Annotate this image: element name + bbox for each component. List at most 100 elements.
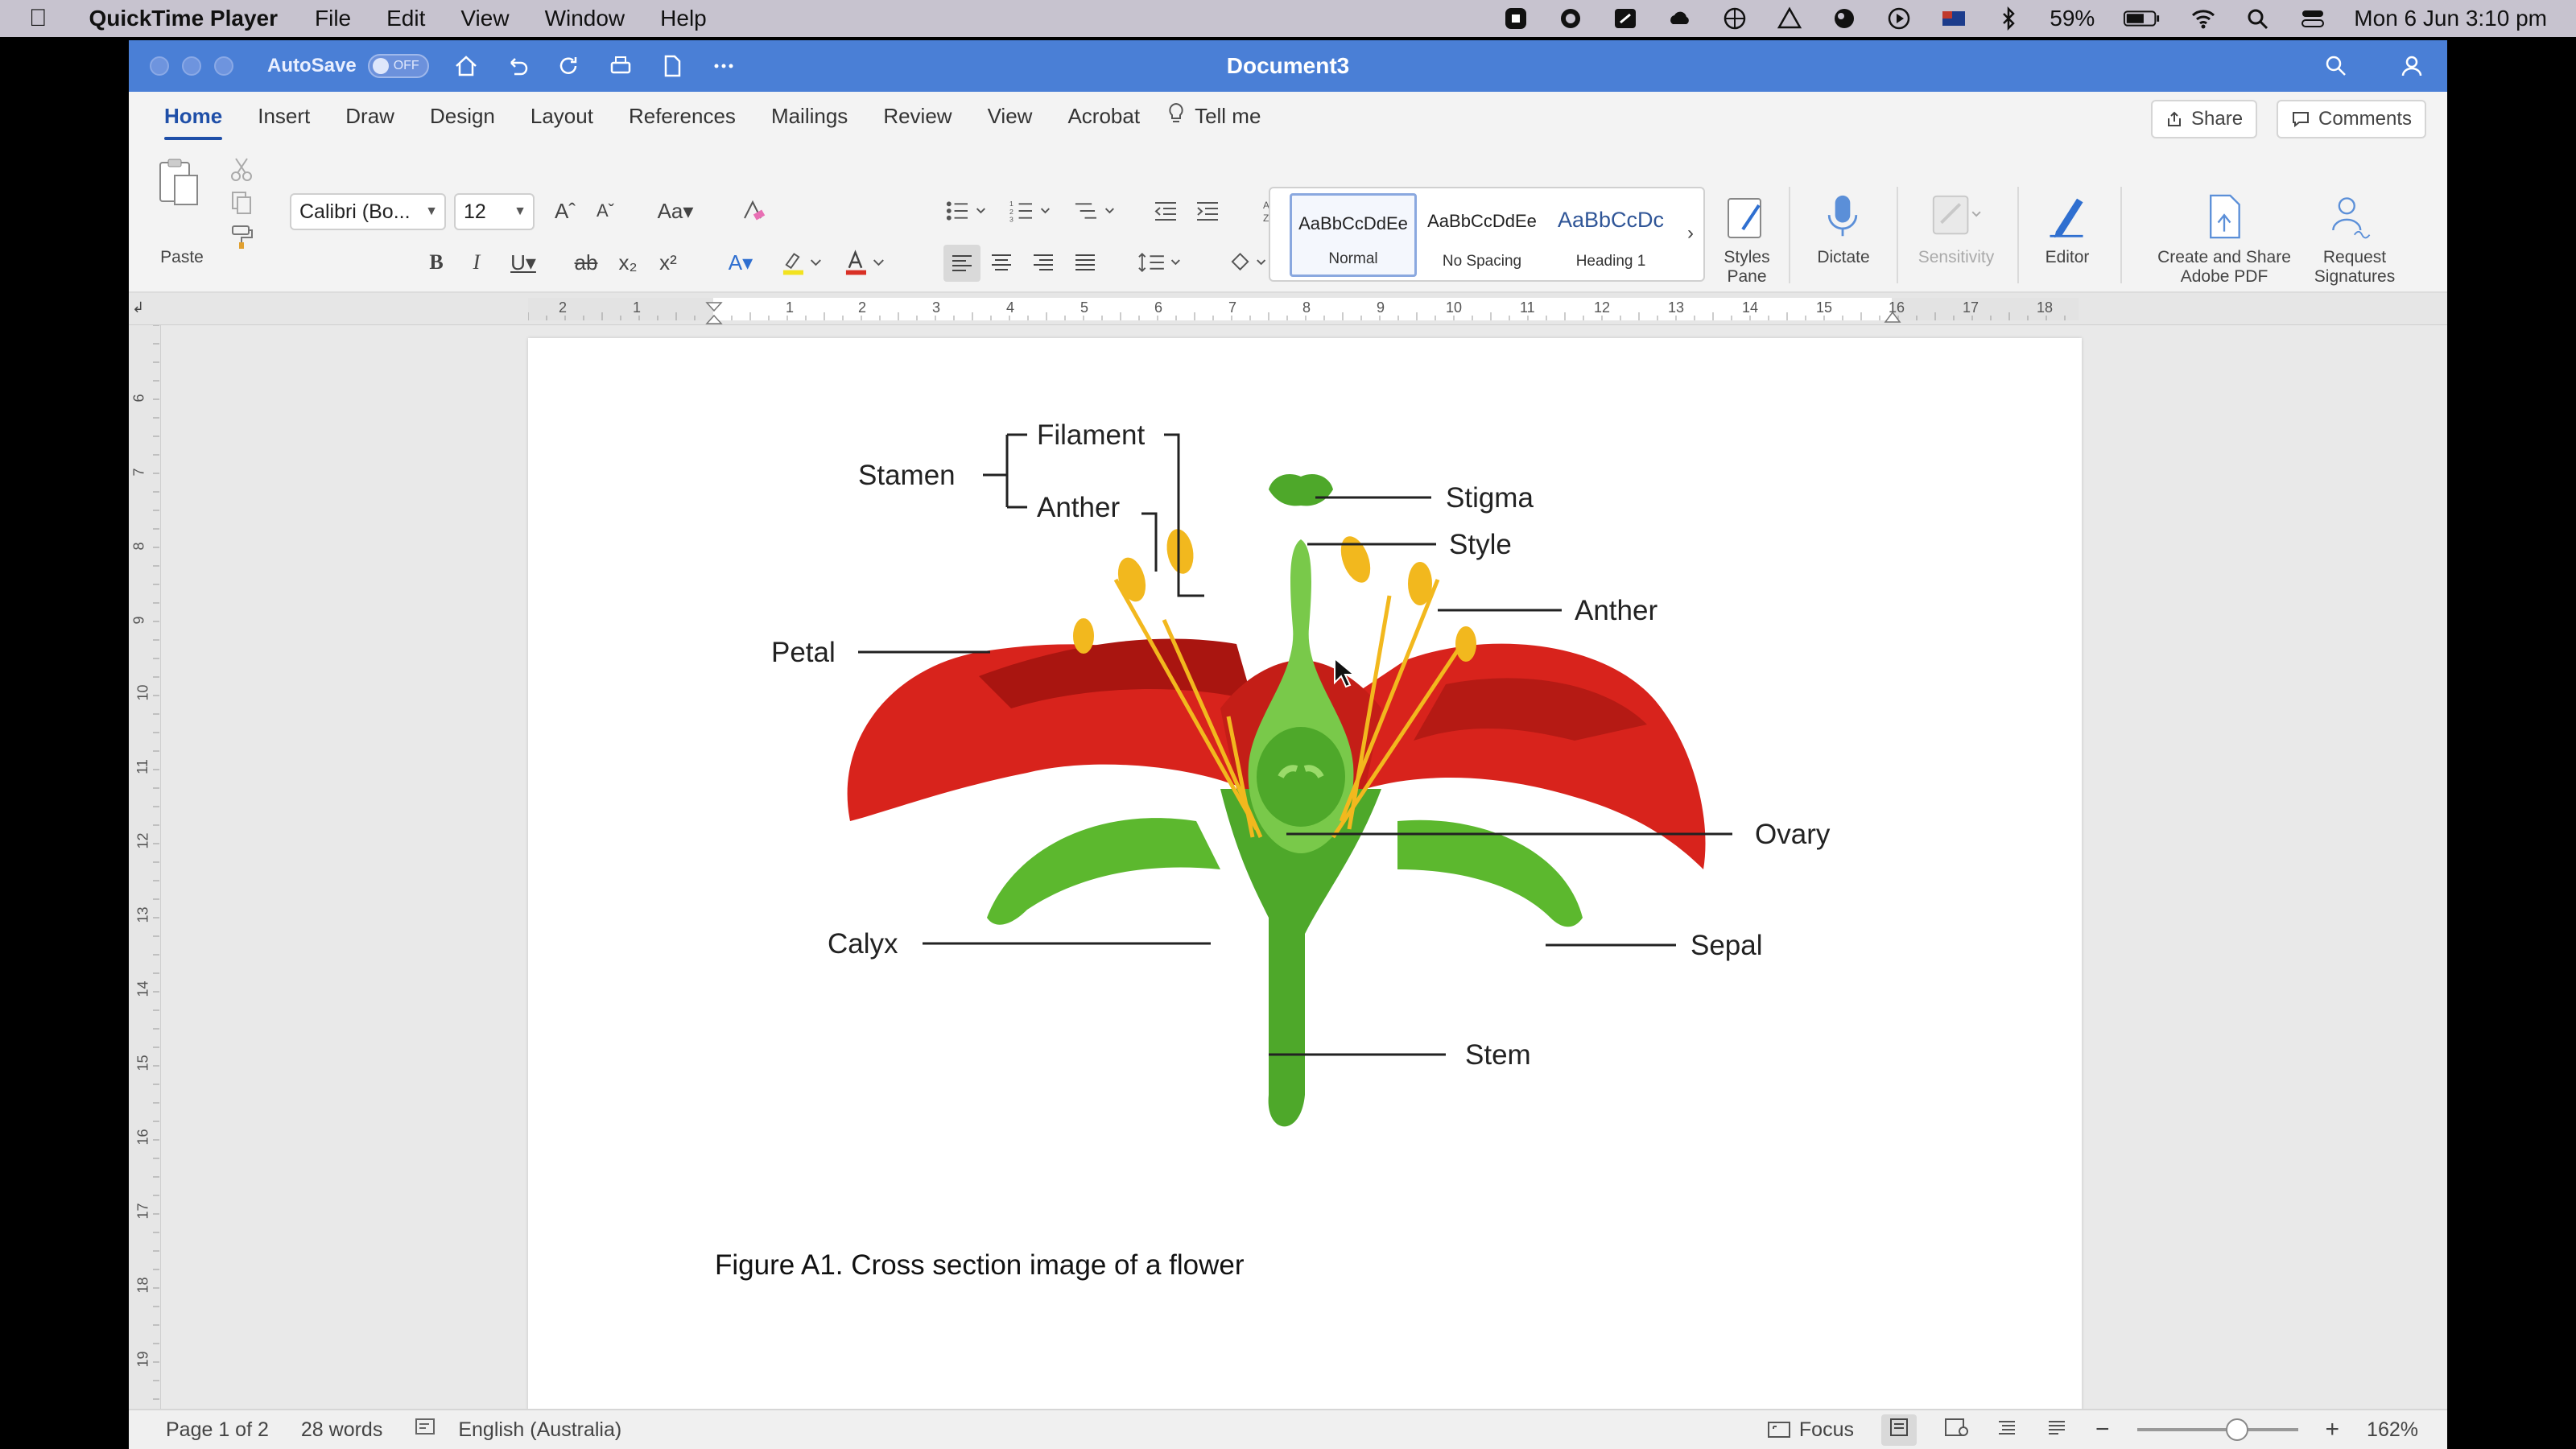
search-icon[interactable] xyxy=(2322,52,2351,80)
apple-menu-icon[interactable]:  xyxy=(29,5,47,32)
web-layout-view-icon[interactable] xyxy=(1944,1418,1968,1443)
grow-font-icon[interactable]: Aˆ xyxy=(549,195,581,227)
underline-icon[interactable]: U▾ xyxy=(501,246,546,279)
drive-icon[interactable] xyxy=(1776,6,1803,31)
shrink-font-icon[interactable]: Aˇ xyxy=(589,195,621,227)
tell-me-box[interactable]: Tell me xyxy=(1166,101,1261,131)
styles-more-chevron-icon[interactable]: › xyxy=(1679,217,1702,250)
request-signatures-icon[interactable] xyxy=(2318,188,2383,245)
text-effects-icon[interactable]: A▾ xyxy=(716,246,765,279)
wifi-icon[interactable] xyxy=(2190,6,2217,31)
tab-layout[interactable]: Layout xyxy=(530,97,593,135)
spotlight-search-icon[interactable] xyxy=(2244,6,2272,31)
play-icon[interactable] xyxy=(1885,6,1913,31)
app-status-icon[interactable] xyxy=(1612,6,1639,31)
create-pdf-icon[interactable] xyxy=(2196,188,2252,245)
zoom-out-button[interactable]: − xyxy=(2095,1416,2110,1443)
proofing-icon[interactable] xyxy=(415,1417,439,1443)
menu-file[interactable]: File xyxy=(315,6,351,31)
comments-button[interactable]: Comments xyxy=(2277,100,2427,138)
style-normal[interactable]: AaBbCcDdEe Normal xyxy=(1290,193,1417,277)
screen-recording-stop-icon[interactable] xyxy=(1502,6,1530,31)
page-count[interactable]: Page 1 of 2 xyxy=(166,1418,269,1442)
subscript-icon[interactable]: x₂ xyxy=(612,246,644,279)
superscript-icon[interactable]: x² xyxy=(652,246,684,279)
zoom-window-button[interactable] xyxy=(214,56,233,76)
clear-formatting-icon[interactable] xyxy=(737,195,770,227)
styles-pane-icon[interactable] xyxy=(1718,190,1774,246)
tab-references[interactable]: References xyxy=(629,97,736,135)
flower-cross-section-figure[interactable]: Stamen Filament Anther Stigma Style Anth… xyxy=(528,338,2082,1151)
indent-marker-icon[interactable] xyxy=(705,301,723,325)
change-case-icon[interactable]: Aa▾ xyxy=(647,195,704,227)
tab-review[interactable]: Review xyxy=(883,97,952,135)
menubar-clock[interactable]: Mon 6 Jun 3:10 pm xyxy=(2354,6,2547,31)
tab-view[interactable]: View xyxy=(988,97,1033,135)
word-count[interactable]: 28 words xyxy=(301,1418,382,1442)
autosave-toggle[interactable]: OFF xyxy=(367,54,429,78)
style-heading-1[interactable]: AaBbCcDc Heading 1 xyxy=(1547,193,1674,277)
share-button[interactable]: Share xyxy=(2151,100,2258,138)
globe-icon[interactable] xyxy=(1721,6,1748,31)
sensitivity-icon[interactable] xyxy=(1918,188,1990,245)
cloud-icon[interactable] xyxy=(1666,6,1694,31)
paste-icon[interactable] xyxy=(151,155,204,211)
language-indicator[interactable]: English (Australia) xyxy=(458,1418,621,1442)
bluetooth-icon[interactable] xyxy=(1995,6,2022,31)
account-icon[interactable] xyxy=(2397,52,2426,80)
bullets-icon[interactable] xyxy=(942,195,993,227)
copy-icon[interactable] xyxy=(225,187,258,219)
format-painter-icon[interactable] xyxy=(225,221,258,253)
increase-indent-icon[interactable] xyxy=(1191,195,1224,227)
horizontal-ruler[interactable]: 2 1 1 2 3 4 5 6 7 8 9 10 11 12 13 14 15 … xyxy=(129,293,2447,325)
minimize-window-button[interactable] xyxy=(182,56,201,76)
creative-cloud-icon[interactable] xyxy=(1557,6,1584,31)
right-indent-marker-icon[interactable] xyxy=(1884,308,1901,324)
tab-selector-icon[interactable]: ↲ xyxy=(132,299,144,316)
focus-mode-button[interactable]: Focus xyxy=(1767,1418,1854,1442)
font-size-dropdown[interactable]: 12 ▼ xyxy=(454,193,535,230)
font-name-dropdown[interactable]: Calibri (Bo... ▼ xyxy=(290,193,446,230)
zoom-level[interactable]: 162% xyxy=(2367,1418,2418,1442)
numbering-icon[interactable]: 123 xyxy=(1006,195,1058,227)
cut-icon[interactable] xyxy=(225,153,258,185)
highlight-icon[interactable] xyxy=(779,246,828,279)
menu-window[interactable]: Window xyxy=(545,6,625,31)
outline-view-icon[interactable] xyxy=(1996,1418,2018,1443)
microphone-icon[interactable] xyxy=(1816,188,1869,245)
zoom-in-button[interactable]: + xyxy=(2326,1416,2340,1443)
tab-mailings[interactable]: Mailings xyxy=(771,97,848,135)
document-canvas[interactable]: Stamen Filament Anther Stigma Style Anth… xyxy=(161,325,2447,1449)
menu-edit[interactable]: Edit xyxy=(386,6,425,31)
align-left-icon[interactable] xyxy=(943,245,980,282)
print-icon[interactable] xyxy=(606,52,635,80)
undo-icon[interactable] xyxy=(503,52,532,80)
tab-design[interactable]: Design xyxy=(430,97,495,135)
redo-icon[interactable] xyxy=(555,52,584,80)
home-icon[interactable] xyxy=(452,52,481,80)
control-center-icon[interactable] xyxy=(2299,6,2326,31)
vpn-globe-icon[interactable] xyxy=(1831,6,1858,31)
editor-icon[interactable] xyxy=(2038,188,2095,245)
italic-icon[interactable]: I xyxy=(460,246,493,279)
print-layout-view-icon[interactable] xyxy=(1880,1414,1917,1446)
align-right-icon[interactable] xyxy=(1027,246,1059,279)
tab-home[interactable]: Home xyxy=(164,97,223,140)
input-source-flag-icon[interactable] xyxy=(1940,6,1967,31)
align-center-icon[interactable] xyxy=(985,246,1018,279)
decrease-indent-icon[interactable] xyxy=(1150,195,1182,227)
menu-help[interactable]: Help xyxy=(660,6,707,31)
justify-icon[interactable] xyxy=(1069,246,1101,279)
zoom-slider-knob[interactable] xyxy=(2225,1418,2248,1441)
tab-draw[interactable]: Draw xyxy=(345,97,394,135)
style-no-spacing[interactable]: AaBbCcDdEe No Spacing xyxy=(1418,193,1546,277)
font-color-icon[interactable] xyxy=(842,246,890,279)
tab-acrobat[interactable]: Acrobat xyxy=(1067,97,1140,135)
bold-icon[interactable]: B xyxy=(420,246,452,279)
tab-insert[interactable]: Insert xyxy=(258,97,310,135)
close-window-button[interactable] xyxy=(150,56,169,76)
zoom-slider[interactable] xyxy=(2136,1418,2298,1441)
battery-icon[interactable] xyxy=(2122,6,2162,31)
line-spacing-icon[interactable] xyxy=(1135,246,1187,279)
strikethrough-icon[interactable]: ab xyxy=(570,246,602,279)
